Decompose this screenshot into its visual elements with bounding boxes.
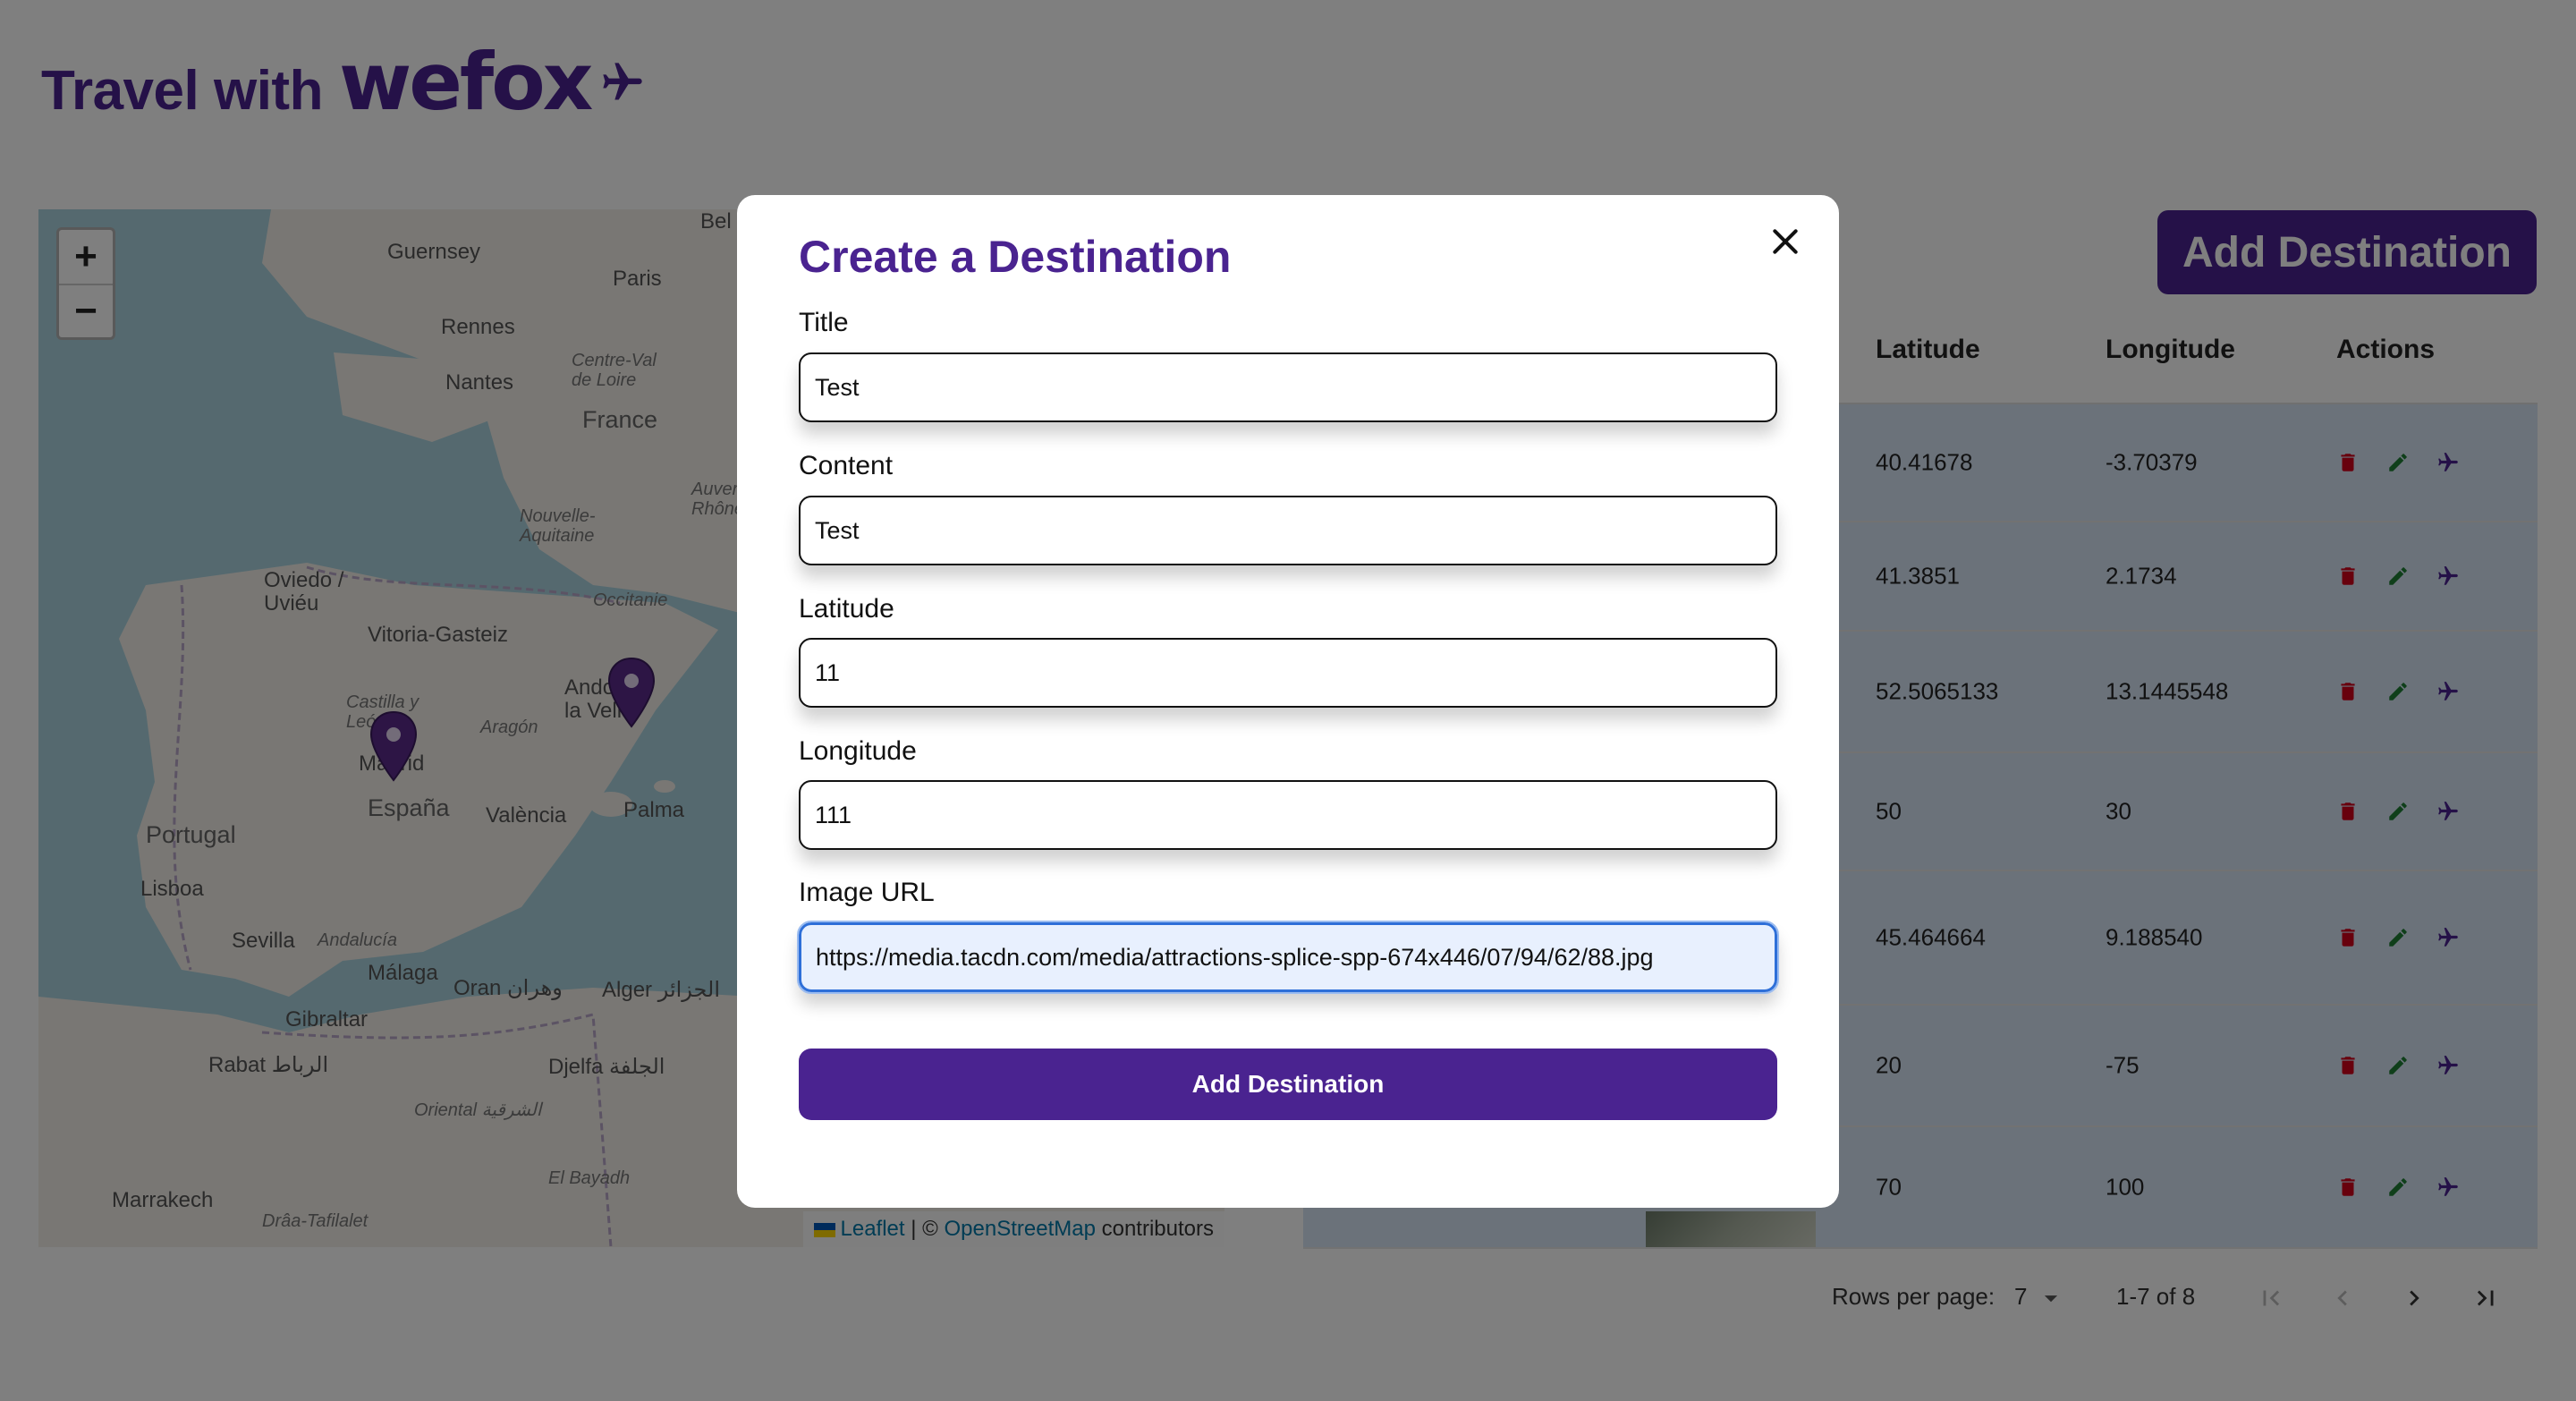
close-icon[interactable] [1767, 224, 1803, 259]
image-url-label: Image URL [799, 878, 935, 907]
image-url-input[interactable]: https://media.tacdn.com/media/attraction… [797, 921, 1779, 994]
latitude-input[interactable]: 11 [799, 638, 1777, 708]
content-label: Content [799, 451, 894, 480]
dialog-title: Create a Destination [799, 232, 1232, 282]
longitude-label: Longitude [799, 736, 917, 766]
title-label: Title [799, 308, 849, 337]
latitude-label: Latitude [799, 594, 894, 624]
create-destination-dialog: Create a Destination Title Test Content … [737, 195, 1839, 1208]
title-input[interactable]: Test [799, 352, 1777, 422]
longitude-input[interactable]: 111 [799, 780, 1777, 850]
submit-destination-button[interactable]: Add Destination [799, 1049, 1777, 1120]
content-input[interactable]: Test [799, 496, 1777, 565]
